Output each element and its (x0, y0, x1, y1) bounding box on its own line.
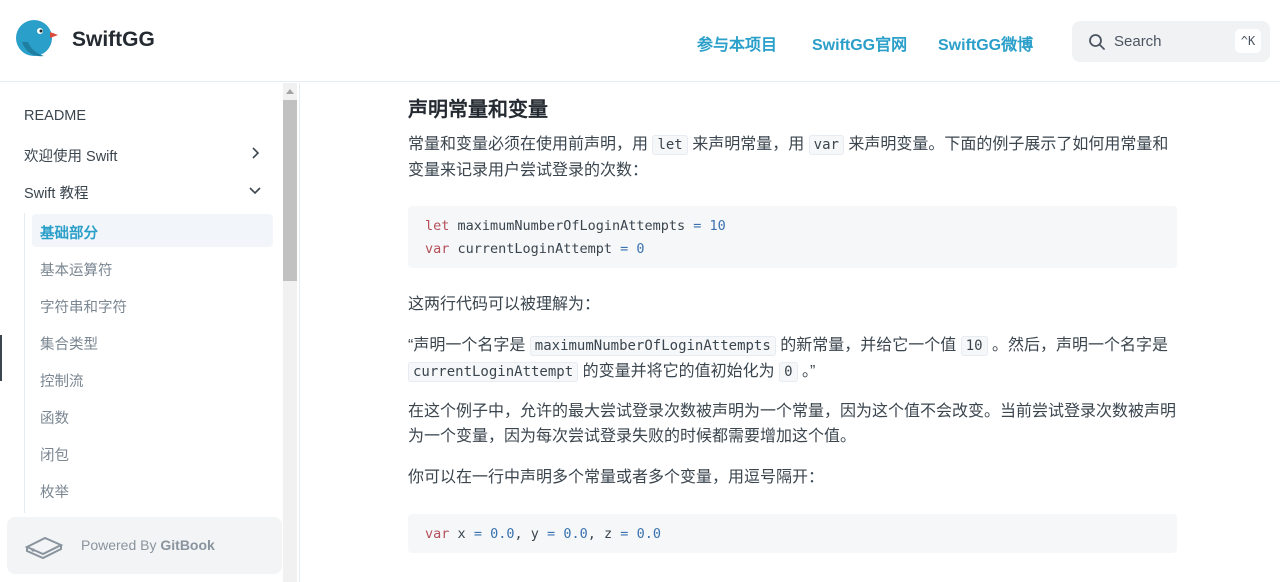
powered-by-gitbook[interactable]: Powered By GitBook (7, 517, 282, 574)
code-punct: , (587, 526, 596, 542)
scroll-up-arrow-icon[interactable] (286, 89, 294, 94)
sidebar-item-readme[interactable]: README (24, 108, 86, 124)
text: “声明一个名字是 (408, 337, 530, 354)
powered-by-text: Powered By GitBook (81, 537, 215, 553)
inline-code-var-name: currentLoginAttempt (408, 362, 579, 382)
sidebar-item-welcome[interactable]: 欢迎使用 Swift (24, 145, 117, 166)
powered-brand: GitBook (160, 537, 215, 553)
paragraph-multi-declare: 你可以在一行中声明多个常量或者多个变量，用逗号隔开： (408, 469, 825, 486)
code-identifier: y (530, 526, 539, 542)
code-identifier: z (604, 526, 613, 542)
search-box[interactable]: Search ^K (1072, 21, 1270, 62)
scrollbar-thumb[interactable] (283, 100, 297, 281)
sidebar-item-control-flow[interactable]: 控制流 (40, 370, 84, 391)
swiftgg-logo-icon[interactable] (14, 18, 58, 62)
sidebar-item-strings[interactable]: 字符串和字符 (40, 296, 127, 317)
nav-official-site[interactable]: SwiftGG官网 (812, 31, 907, 55)
text: 。” (797, 363, 816, 380)
code-block-multi: var x = 0.0, y = 0.0, z = 0.0 (408, 514, 1177, 553)
code-operator: = (620, 526, 629, 542)
code-operator: = (547, 526, 556, 542)
chevron-right-icon[interactable] (248, 146, 262, 160)
code-number: 0.0 (490, 526, 515, 542)
code-number: 0.0 (636, 526, 661, 542)
sidebar-edge-marker (0, 335, 2, 381)
powered-prefix: Powered By (81, 537, 161, 553)
sidebar-item-swift-tutorial[interactable]: Swift 教程 (24, 182, 88, 203)
chevron-down-icon[interactable] (248, 183, 262, 197)
code-block-declarations: let maximumNumberOfLoginAttempts = 10 va… (408, 206, 1177, 268)
inline-code-value-10: 10 (960, 336, 988, 356)
top-header: SwiftGG 参与本项目 SwiftGG官网 SwiftGG微博 Search… (0, 0, 1280, 82)
sidebar-item-basics[interactable]: 基础部分 (40, 222, 98, 243)
text: 常量和变量必须在使用前声明，用 (408, 136, 653, 153)
brand-title[interactable]: SwiftGG (72, 28, 155, 52)
code-operator: = (693, 218, 702, 234)
code-line: var x = 0.0, y = 0.0, z = 0.0 (425, 523, 1160, 546)
code-punct: , (514, 526, 523, 542)
code-keyword: var (425, 241, 450, 257)
sidebar-item-collections[interactable]: 集合类型 (40, 333, 98, 354)
text: 的新常量，并给它一个值 (775, 337, 961, 354)
nav-contribute[interactable]: 参与本项目 (697, 31, 777, 55)
code-identifier: x (457, 526, 466, 542)
code-number: 10 (709, 218, 726, 234)
sidebar-scrollbar[interactable] (283, 83, 297, 582)
section-heading: 声明常量和变量 (408, 99, 548, 121)
code-operator: = (620, 241, 629, 257)
code-identifier: maximumNumberOfLoginAttempts (457, 218, 686, 234)
sidebar-item-closures[interactable]: 闭包 (40, 444, 69, 465)
inline-code-let: let (652, 135, 688, 155)
code-line: var currentLoginAttempt = 0 (425, 238, 1160, 261)
sidebar-item-functions[interactable]: 函数 (40, 407, 69, 428)
paragraph-explanation: “声明一个名字是 maximumNumberOfLoginAttempts 的新… (408, 333, 1178, 385)
search-icon (1089, 34, 1105, 50)
text: 的变量并将它的值初始化为 (578, 363, 780, 380)
search-placeholder: Search (1114, 33, 1162, 50)
paragraph-example-note: 在这个例子中，允许的最大尝试登录次数被声明为一个常量，因为这个值不会改变。当前尝… (408, 403, 1177, 445)
nav-weibo[interactable]: SwiftGG微博 (938, 31, 1033, 55)
code-line: let maximumNumberOfLoginAttempts = 10 (425, 215, 1160, 238)
code-operator: = (473, 526, 482, 542)
code-keyword: var (425, 526, 450, 542)
inline-code-value-0: 0 (779, 362, 798, 382)
search-shortcut-badge: ^K (1235, 29, 1261, 53)
sidebar-item-basic-operators[interactable]: 基本运算符 (40, 259, 113, 280)
paragraph-explain-intro: 这两行代码可以被理解为： (408, 296, 601, 313)
gitbook-icon (24, 536, 64, 560)
text: 来声明常量，用 (687, 136, 809, 153)
sidebar: README 欢迎使用 Swift Swift 教程 基础部分 基本运算符 字符… (0, 83, 300, 582)
inline-code-const-name: maximumNumberOfLoginAttempts (529, 336, 776, 356)
sidebar-item-enums[interactable]: 枚举 (40, 481, 69, 502)
main-content: 声明常量和变量 常量和变量必须在使用前声明，用 let 来声明常量，用 var … (301, 83, 1280, 582)
code-number: 0.0 (563, 526, 588, 542)
code-number: 0 (636, 241, 645, 257)
text: 。然后，声明一个名字是 (987, 337, 1169, 354)
submenu-guide-line (24, 213, 25, 513)
code-identifier: currentLoginAttempt (457, 241, 612, 257)
inline-code-var: var (808, 135, 844, 155)
paragraph-declare: 常量和变量必须在使用前声明，用 let 来声明常量，用 var 来声明变量。下面… (408, 132, 1178, 183)
code-keyword: let (425, 218, 450, 234)
